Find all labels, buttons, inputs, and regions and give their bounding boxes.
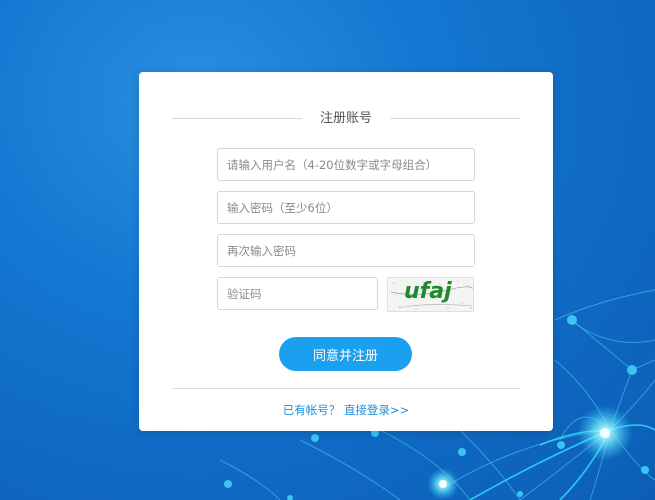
confirm-password-input[interactable] (217, 234, 475, 267)
title-divider-right (390, 118, 520, 119)
title-row: 注册账号 (172, 110, 520, 128)
username-input[interactable] (217, 148, 475, 181)
password-input[interactable] (217, 191, 475, 224)
captcha-image[interactable]: ufaj (387, 277, 474, 312)
captcha-text: ufaj (404, 279, 452, 304)
login-prompt: 已有帐号？ 直接登录>> (139, 402, 553, 418)
register-button[interactable]: 同意并注册 (279, 337, 412, 371)
register-card: 注册账号 ufaj 同意并注册 已有帐号？ 直接登录>> (139, 72, 553, 431)
have-account-text: 已有帐号？ (282, 403, 341, 417)
bottom-divider (172, 388, 520, 389)
page-title: 注册账号 (319, 111, 372, 126)
login-link[interactable]: 直接登录>> (344, 403, 409, 417)
verification-code-input[interactable] (217, 277, 378, 310)
